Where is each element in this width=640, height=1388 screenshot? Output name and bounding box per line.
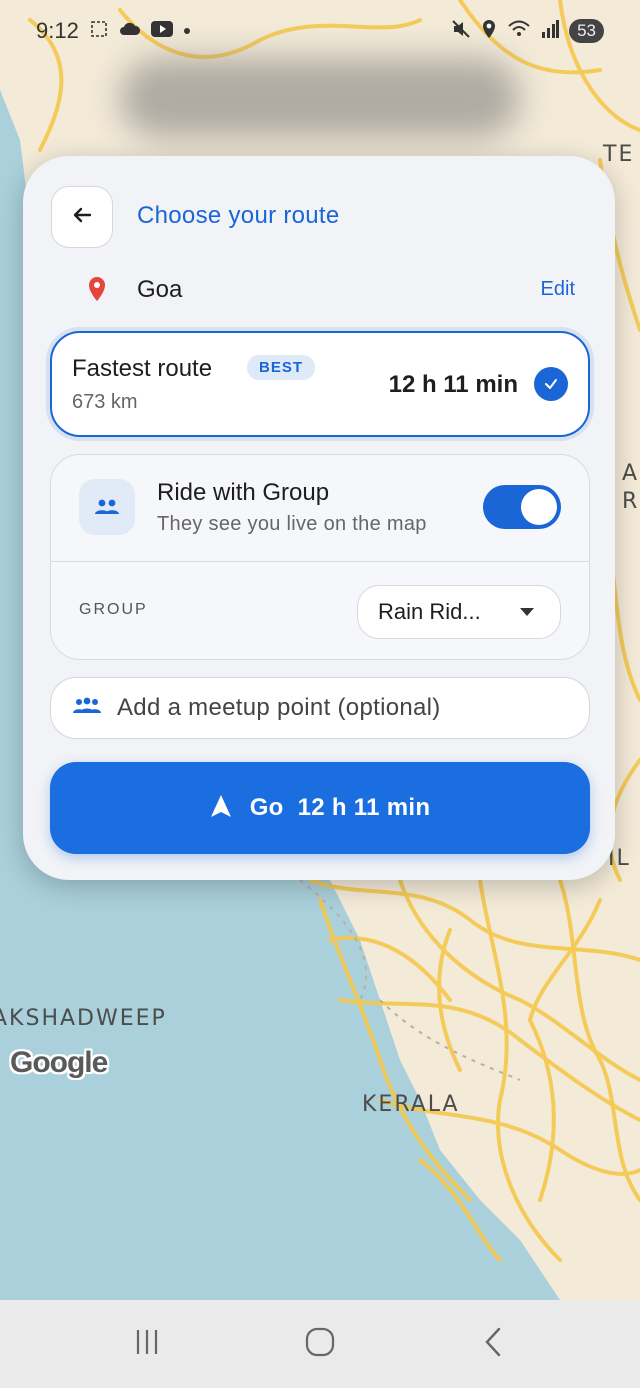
location-icon [481, 19, 497, 44]
mute-icon [451, 19, 471, 44]
group-icon [79, 479, 135, 535]
home-icon [304, 1326, 336, 1363]
map-label-te: TE [603, 142, 635, 167]
best-badge: BEST [247, 355, 316, 380]
recents-icon [132, 1327, 162, 1362]
status-right: 53 [451, 19, 604, 44]
edit-destination-link[interactable]: Edit [541, 278, 575, 301]
screenshot-icon [89, 19, 109, 44]
map-label-an: AN R [622, 461, 640, 514]
go-label: Go 12 h 11 min [250, 794, 431, 822]
go-prefix: Go [249, 794, 284, 821]
recent-apps-button[interactable] [117, 1314, 177, 1374]
dot-icon [183, 22, 191, 40]
battery-indicator: 53 [569, 19, 604, 43]
caret-down-icon [520, 608, 534, 616]
divider [51, 561, 589, 562]
go-button[interactable]: Go 12 h 11 min [50, 762, 590, 854]
google-logo: Google [10, 1046, 108, 1079]
destination-name: Goa [137, 276, 183, 303]
wifi-icon [507, 19, 531, 44]
map-label-kerala: KERALA [362, 1092, 460, 1117]
navigation-arrow-icon [210, 794, 232, 823]
route-panel: Choose your route Goa Edit Fastest route… [23, 156, 615, 880]
route-distance: 673 km [72, 391, 138, 413]
route-name: Fastest route [72, 355, 213, 382]
toggle-knob [521, 489, 557, 525]
ride-with-group-card: Ride with Group They see you live on the… [50, 454, 590, 660]
meetup-placeholder: Add a meetup point (optional) [117, 694, 441, 721]
cloud-icon [119, 21, 141, 42]
meetup-point-input[interactable]: Add a meetup point (optional) [50, 677, 590, 739]
group-label: GROUP [79, 601, 148, 618]
route-duration: 12 h 11 min [388, 371, 518, 398]
go-duration: 12 h 11 min [297, 794, 431, 821]
status-time: 9:12 [36, 18, 79, 43]
arrow-left-icon [70, 203, 94, 232]
home-button[interactable] [290, 1314, 350, 1374]
group-subtitle: They see you live on the map [157, 513, 427, 535]
group-select-value: Rain Rid... [378, 599, 481, 624]
check-icon [534, 367, 568, 401]
chevron-left-icon [481, 1326, 505, 1363]
blurred-region [120, 58, 520, 138]
map-label-lakshadweep: AKSHADWEEP [0, 1006, 167, 1031]
status-left: 9:12 [36, 18, 191, 44]
group-people-icon [71, 696, 103, 721]
signal-icon [541, 19, 560, 43]
youtube-icon [150, 20, 173, 42]
map-pin-icon [87, 276, 107, 307]
group-title: Ride with Group [157, 479, 330, 506]
back-button[interactable] [51, 186, 113, 248]
back-nav-button[interactable] [463, 1314, 523, 1374]
system-nav-bar [0, 1300, 640, 1388]
group-select[interactable]: Rain Rid... [357, 585, 561, 639]
ride-with-group-toggle[interactable] [483, 485, 561, 529]
route-option-fastest[interactable]: Fastest route BEST 673 km 12 h 11 min [50, 331, 590, 437]
status-bar: 9:12 53 [0, 0, 640, 62]
panel-title: Choose your route [137, 202, 340, 229]
